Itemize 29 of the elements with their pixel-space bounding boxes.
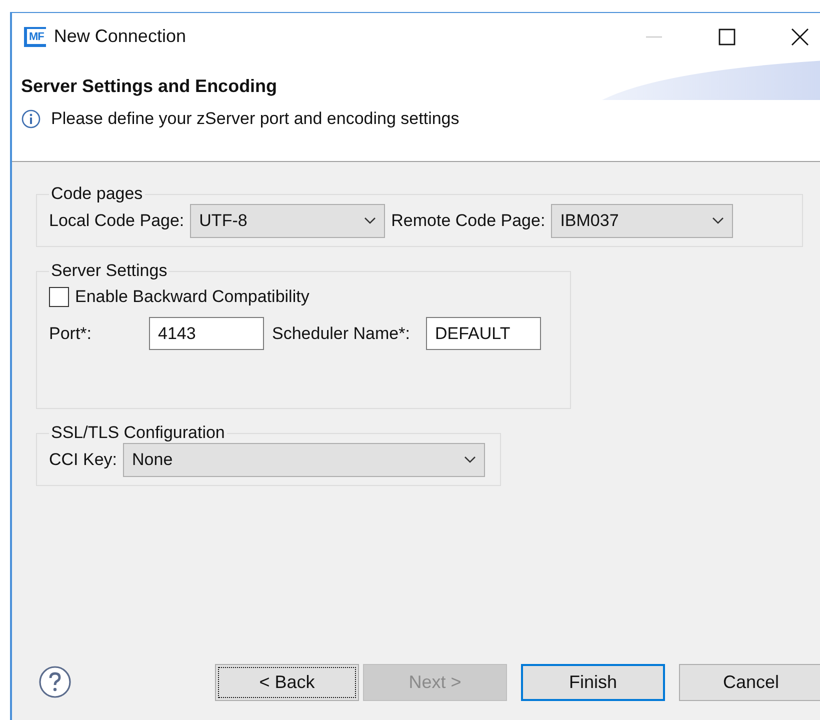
chevron-icon [712,217,724,225]
port-field[interactable]: 4143 [149,317,264,350]
chevron-icon [364,217,376,225]
dropdown[interactable]: IBM037 [551,204,734,238]
dropdown[interactable]: UTF-8 [190,204,386,238]
close-icon[interactable] [790,26,810,46]
field-label: Port*: [49,324,93,344]
group-title: Code pages [50,184,144,204]
field-label: Remote Code Page: [391,211,546,231]
app-logo: MF [24,26,46,46]
dropdown[interactable]: None [123,443,486,477]
window-title: New Connection [54,26,186,47]
group-title: Server Settings [50,261,168,281]
page-title: Server Settings and Encoding [21,76,278,97]
maximize-icon[interactable] [717,26,737,46]
checkbox[interactable] [49,287,69,307]
chevron-icon [464,456,476,464]
field-label: Scheduler Name*: [272,324,410,344]
info-message: Please define your zServer port and encoding settings [51,109,460,129]
dialog-button[interactable]: Finish [521,664,665,700]
dialog-button[interactable]: < Back [215,664,359,700]
dialog-button[interactable]: Cancel [679,664,820,700]
field-label: CCI Key: [49,450,118,470]
field-label: Local Code Page: [49,211,184,231]
group-title: SSL/TLS Configuration [50,423,226,443]
help-icon[interactable] [38,665,72,699]
info-icon [21,109,41,129]
scheduler-field[interactable]: DEFAULT [426,317,541,350]
checkbox-label: Enable Backward Compatibility [75,287,310,307]
